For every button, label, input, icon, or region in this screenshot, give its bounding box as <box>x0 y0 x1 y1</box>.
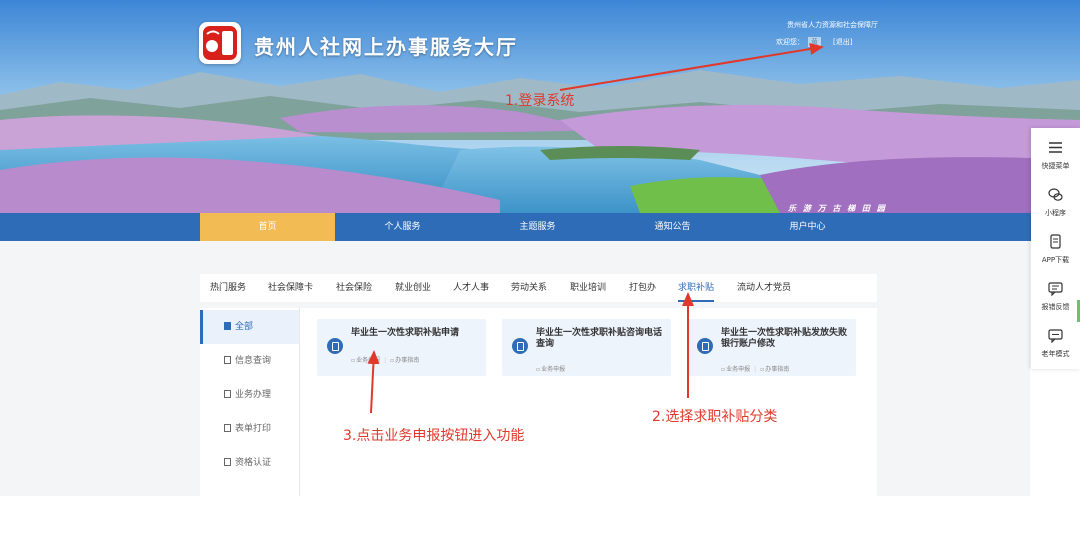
apply-button[interactable]: 业务申报 <box>351 357 380 364</box>
nav-theme-services[interactable]: 主题服务 <box>470 213 605 241</box>
sidebar-divider <box>299 308 300 496</box>
sidebar-item-label: 表单打印 <box>235 424 272 434</box>
service-sidebar: 全部 信息查询 业务办理 表单打印 资格认证 <box>200 308 299 496</box>
main-nav: 首页 个人服务 主题服务 通知公告 用户中心 <box>0 213 1080 241</box>
float-label: 老年模式 <box>1041 350 1070 358</box>
org-name: 贵州省人力资源和社会保障厅 <box>787 21 878 29</box>
annotation-step1: 1.登录系统 <box>505 93 575 109</box>
logo-mark <box>203 26 237 60</box>
tab-vocational-training[interactable]: 职业培训 <box>570 274 606 302</box>
service-title: 毕业生一次性求职补贴咨询电话查询 <box>536 328 663 349</box>
elder-mode-icon <box>1048 329 1063 343</box>
printer-icon <box>224 424 231 432</box>
tab-bundle-service[interactable]: 打包办 <box>629 274 656 302</box>
float-label: 报错反馈 <box>1041 303 1070 311</box>
apply-button[interactable]: 业务申报 <box>721 366 750 373</box>
nav-home[interactable]: 首页 <box>200 213 335 241</box>
sidebar-item-label: 业务办理 <box>235 390 272 400</box>
mini-program-button[interactable]: 小程序 <box>1031 179 1080 225</box>
tab-mobile-talent-party[interactable]: 流动人才党员 <box>737 274 791 302</box>
service-card[interactable]: 毕业生一次性求职补贴咨询电话查询 业务申报 <box>502 319 671 376</box>
sidebar-item-label: 资格认证 <box>235 458 272 468</box>
page: 贵州人社网上办事服务大厅 贵州省人力资源和社会保障厅 欢迎您： 黄 [退出] 乐 游… <box>0 0 1080 548</box>
feedback-button[interactable]: 报错反馈 <box>1031 273 1080 319</box>
service-icon <box>327 338 343 354</box>
elder-mode-button[interactable]: 老年模式 <box>1031 320 1080 366</box>
tab-talent-personnel[interactable]: 人才人事 <box>453 274 489 302</box>
menu-icon <box>1049 142 1062 153</box>
float-label: 快捷菜单 <box>1041 162 1070 170</box>
user-status: 欢迎您： 黄 [退出] <box>776 37 856 47</box>
feedback-icon <box>1048 282 1063 296</box>
sidebar-item-label: 信息查询 <box>235 356 272 366</box>
sidebar-item-business[interactable]: 业务办理 <box>200 378 299 412</box>
separator: | <box>384 357 387 364</box>
apply-button[interactable]: 业务申报 <box>536 366 565 373</box>
phone-icon <box>1050 234 1061 249</box>
nav-personal-services[interactable]: 个人服务 <box>335 213 470 241</box>
app-download-button[interactable]: APP下载 <box>1031 226 1080 272</box>
service-icon <box>697 338 713 354</box>
service-title: 毕业生一次性求职补贴发放失败银行账户修改 <box>721 328 848 349</box>
annotation-step3: 3.点击业务申报按钮进入功能 <box>343 428 525 444</box>
wechat-icon <box>1048 188 1063 201</box>
tab-job-subsidy[interactable]: 求职补贴 <box>678 274 715 302</box>
tab-labor-relations[interactable]: 劳动关系 <box>511 274 547 302</box>
quick-menu-button[interactable]: 快捷菜单 <box>1031 132 1080 178</box>
service-panel: 全部 信息查询 业务办理 表单打印 资格认证 毕业生一次性求职补贴申请 业务申报… <box>200 308 877 496</box>
category-tabs: 热门服务 社会保障卡 社会保险 就业创业 人才人事 劳动关系 职业培训 打包办 … <box>200 274 877 302</box>
service-icon <box>512 338 528 354</box>
sidebar-item-label: 全部 <box>235 322 254 332</box>
document-icon <box>224 356 231 364</box>
tab-hot-services[interactable]: 热门服务 <box>210 274 246 302</box>
list-icon <box>224 322 231 330</box>
service-actions: 业务申报 <box>536 364 565 373</box>
sidebar-item-form-print[interactable]: 表单打印 <box>200 412 299 446</box>
tab-social-security-card[interactable]: 社会保障卡 <box>268 274 313 302</box>
sidebar-item-qualification[interactable]: 资格认证 <box>200 446 299 480</box>
logout-link[interactable]: [退出] <box>833 38 852 46</box>
service-title: 毕业生一次性求职补贴申请 <box>351 328 460 338</box>
service-card[interactable]: 毕业生一次性求职补贴发放失败银行账户修改 业务申报 |办事指南 <box>687 319 856 376</box>
service-actions: 业务申报 |办事指南 <box>351 355 419 364</box>
welcome-label: 欢迎您： <box>776 38 804 46</box>
nav-announcements[interactable]: 通知公告 <box>605 213 740 241</box>
nav-user-center[interactable]: 用户中心 <box>740 213 875 241</box>
tab-social-insurance[interactable]: 社会保险 <box>336 274 372 302</box>
float-label: APP下载 <box>1041 256 1070 264</box>
user-name[interactable]: 黄 <box>808 37 821 47</box>
site-logo <box>199 22 241 64</box>
service-card[interactable]: 毕业生一次性求职补贴申请 业务申报 |办事指南 <box>317 319 486 376</box>
float-label: 小程序 <box>1045 209 1066 217</box>
tab-employment[interactable]: 就业创业 <box>395 274 431 302</box>
floating-toolbar: 快捷菜单 小程序 APP下载 报错反馈 老年模式 <box>1031 128 1080 369</box>
site-title: 贵州人社网上办事服务大厅 <box>254 35 518 59</box>
banner-calligraphy: 乐 游 万 古 梯 田 园 <box>788 204 887 213</box>
guide-button[interactable]: 办事指南 <box>390 357 419 364</box>
briefcase-icon <box>224 390 231 398</box>
sidebar-item-info-query[interactable]: 信息查询 <box>200 344 299 378</box>
separator: | <box>754 366 757 373</box>
annotation-step2: 2.选择求职补贴分类 <box>652 409 778 425</box>
service-actions: 业务申报 |办事指南 <box>721 364 789 373</box>
sidebar-item-all[interactable]: 全部 <box>200 310 299 344</box>
id-card-icon <box>224 458 231 466</box>
guide-button[interactable]: 办事指南 <box>760 366 789 373</box>
